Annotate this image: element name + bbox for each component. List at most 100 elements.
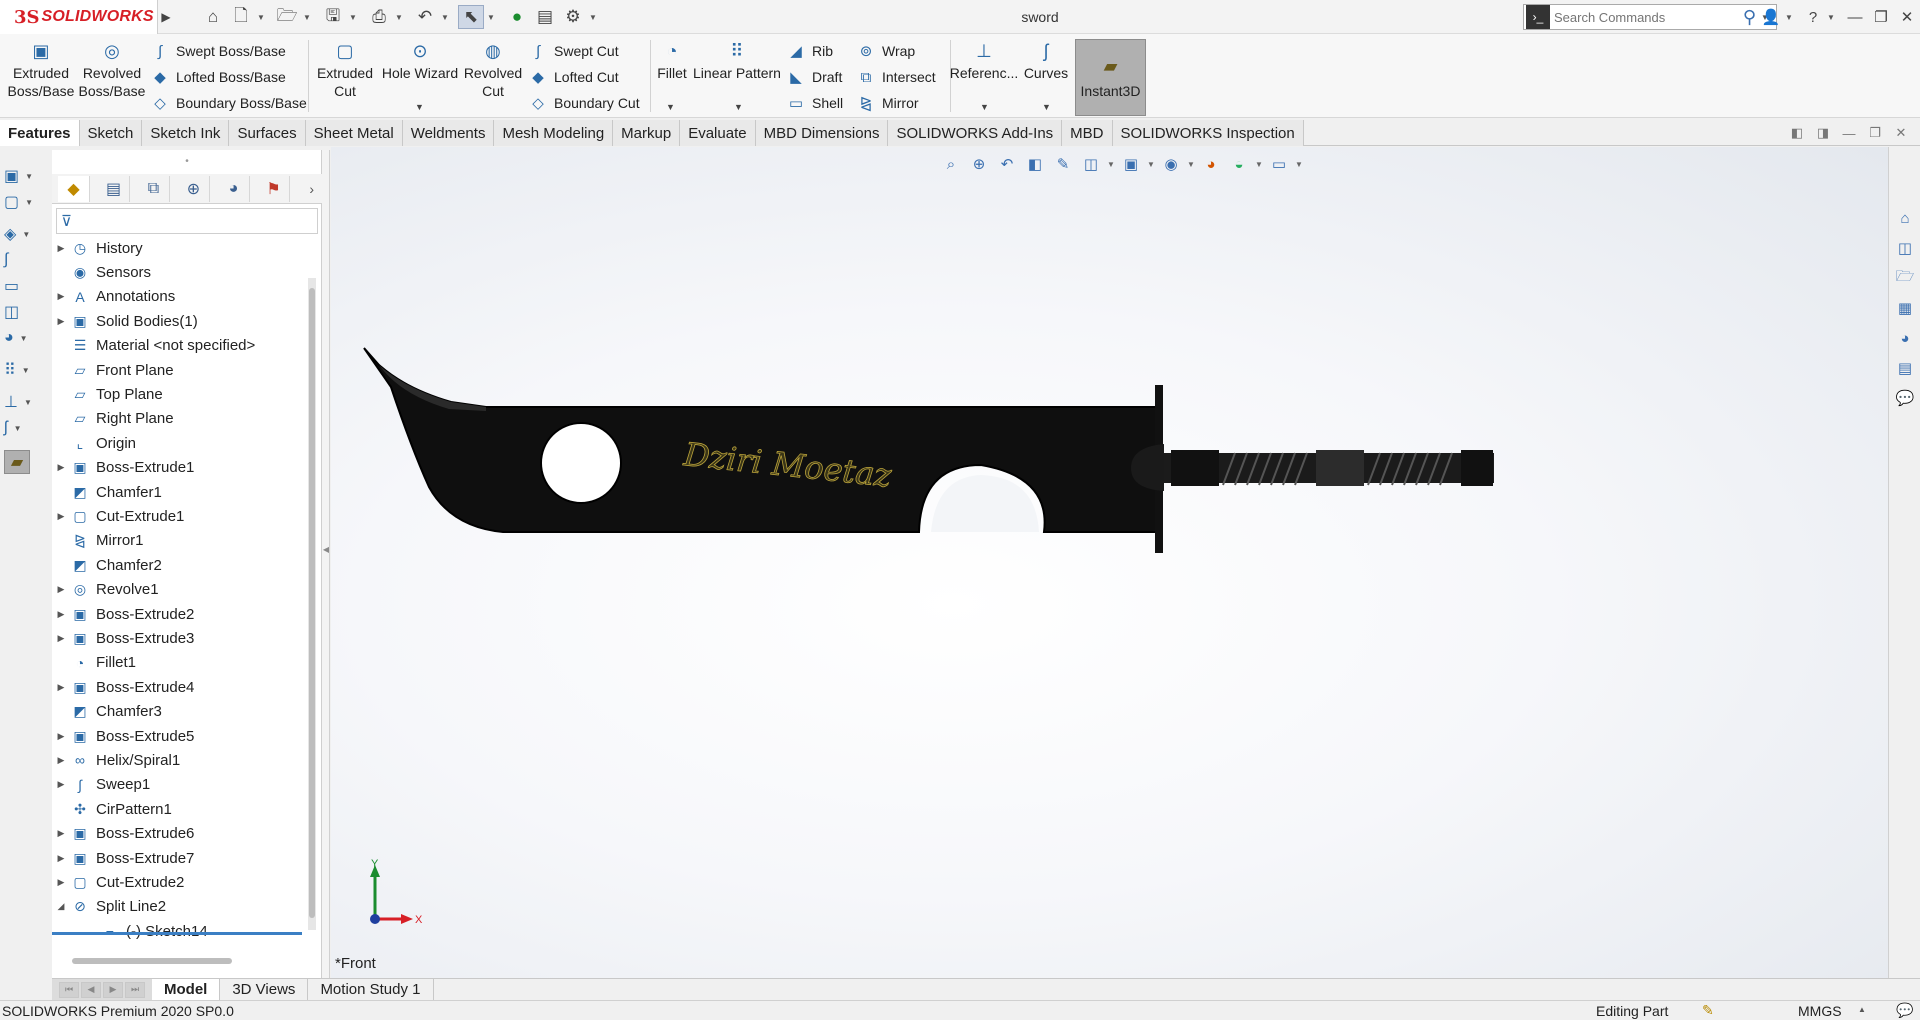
draft-button[interactable]: ◣ Draft	[786, 66, 842, 88]
tree-item[interactable]: ▶ ▢ Cut-Extrude1	[52, 504, 185, 528]
tree-item[interactable]: ▶ ∫ Sweep1	[52, 773, 151, 797]
swept-cut-button[interactable]: ∫ Swept Cut	[528, 40, 619, 62]
tree-item[interactable]: ▶ ▣ Boss-Extrude5	[52, 724, 195, 748]
bottom-tab-3d-views[interactable]: 3D Views	[220, 979, 309, 1000]
tree-vertical-scrollbar[interactable]	[308, 278, 316, 930]
tree-item[interactable]: ◩ Chamfer2	[52, 553, 161, 577]
expand-arrow-icon[interactable]: ▶	[52, 755, 70, 766]
linear-pattern-button[interactable]: ⠿ Linear Pattern	[692, 40, 782, 82]
sword-model[interactable]: Dziri Moetaz	[331, 147, 1888, 978]
open-dropdown-icon[interactable]: ▼	[302, 5, 312, 29]
tree-scroll-thumb[interactable]	[309, 288, 315, 918]
expand-arrow-icon[interactable]: ▶	[52, 633, 70, 644]
linear-pattern-dropdown-icon[interactable]: ▼	[734, 102, 743, 112]
tab-mesh-modeling[interactable]: Mesh Modeling	[494, 120, 614, 146]
strip-appearance-icon[interactable]: ◕ ▼	[4, 326, 44, 350]
units-dropdown-icon[interactable]: ▲	[1858, 1005, 1866, 1014]
file-explorer-icon[interactable]: 🗁	[1892, 265, 1918, 291]
lofted-cut-button[interactable]: ◆ Lofted Cut	[528, 66, 618, 88]
tab-evaluate[interactable]: Evaluate	[680, 120, 756, 146]
strip-cut-icon[interactable]: ▢ ▼	[4, 190, 44, 214]
curves-dropdown-icon[interactable]: ▼	[1042, 102, 1051, 112]
expand-menu-arrow-icon[interactable]: ▶	[160, 8, 172, 26]
graphics-viewport[interactable]: ⌕ ⊕ ↶ ◧ ✎ ◫ ▼ ▣ ▼ ◉ ▼ ◕ ◒ ▼ ▭ ▼ Dziri Mo…	[331, 147, 1888, 978]
undo-dropdown-icon[interactable]: ▼	[440, 5, 450, 29]
rib-button[interactable]: ◢ Rib	[786, 40, 833, 62]
tile-right-icon[interactable]: ◨	[1814, 124, 1832, 142]
solidworks-resources-icon[interactable]: ⌂	[1892, 205, 1918, 231]
unit-system[interactable]: MMGS	[1798, 1003, 1842, 1019]
tree-item[interactable]: ◔ Fillet1	[52, 651, 136, 675]
tab-features[interactable]: Features	[0, 120, 80, 146]
tree-item[interactable]: ▶ ▣ Boss-Extrude7	[52, 846, 195, 870]
hole-wizard-button[interactable]: ⊙ Hole Wizard	[380, 40, 460, 82]
expand-arrow-icon[interactable]: ▶	[52, 682, 70, 693]
hole-wizard-dropdown-icon[interactable]: ▼	[415, 102, 424, 112]
mirror-button[interactable]: ⧎ Mirror	[856, 92, 919, 114]
sword-blade[interactable]	[363, 347, 1163, 533]
close-icon[interactable]: ✕	[1894, 0, 1920, 34]
fillet-button[interactable]: ◔ Fillet	[654, 40, 690, 82]
doc-restore-icon[interactable]: ❐	[1866, 124, 1884, 142]
options-icon[interactable]: ⚙	[560, 5, 586, 29]
appearances-icon[interactable]: ◕	[1892, 325, 1918, 351]
search-commands-box[interactable]: ›_ ⚲ ▼	[1523, 4, 1777, 30]
search-icon[interactable]: ⚲	[1743, 7, 1756, 28]
doc-close-icon[interactable]: ✕	[1892, 124, 1910, 142]
tree-item[interactable]: ◩ Chamfer1	[52, 480, 161, 504]
revolved-cut-button[interactable]: ◍ Revolved Cut	[460, 40, 526, 100]
boundary-cut-button[interactable]: ◇ Boundary Cut	[528, 92, 639, 114]
tile-left-icon[interactable]: ◧	[1788, 124, 1806, 142]
instant3d-button[interactable]: ▰ Instant3D	[1075, 39, 1146, 116]
strip-part-icon[interactable]: ◈ ▼	[4, 222, 44, 246]
tree-filter[interactable]: ⊽	[56, 208, 318, 234]
strip-sweep-icon[interactable]: ∫	[4, 248, 44, 272]
first-tab-icon[interactable]: ⏮	[59, 981, 79, 998]
solidworks-logo[interactable]: 3S SOLIDWORKS	[0, 0, 158, 34]
print-icon[interactable]: ⎙	[366, 5, 392, 29]
strip-reference-icon[interactable]: ⊥ ▼	[4, 390, 44, 414]
expand-arrow-icon[interactable]: ▶	[52, 731, 70, 742]
prev-tab-icon[interactable]: ◀	[81, 981, 101, 998]
help-icon[interactable]: ?	[1800, 0, 1826, 34]
new-document-icon[interactable]: 🗋	[228, 5, 254, 29]
forum-icon[interactable]: 💬	[1892, 385, 1918, 411]
tree-item[interactable]: ▱ Front Plane	[52, 358, 174, 382]
tab-sheet-metal[interactable]: Sheet Metal	[305, 120, 403, 146]
tree-item[interactable]: ▶ ▣ Boss-Extrude1	[52, 456, 195, 480]
strip-box-icon[interactable]: ◫	[4, 300, 44, 324]
tree-item[interactable]: ▶ ▢ Cut-Extrude2	[52, 870, 185, 894]
expand-arrow-icon[interactable]: ▶	[52, 853, 70, 864]
configuration-manager-tab-icon[interactable]: ⧉	[138, 175, 170, 202]
tab-solidworks-inspection[interactable]: SOLIDWORKS Inspection	[1112, 120, 1304, 146]
save-dropdown-icon[interactable]: ▼	[348, 5, 358, 29]
tab-mbd-dimensions[interactable]: MBD Dimensions	[755, 120, 889, 146]
rebuild-status-icon[interactable]: ✎	[1702, 1002, 1714, 1019]
expand-arrow-icon[interactable]: ▶	[52, 584, 70, 595]
expand-arrow-icon[interactable]: ▶	[52, 877, 70, 888]
tree-item[interactable]: ✣ CirPattern1	[52, 797, 172, 821]
display-manager-tab-icon[interactable]: ◕	[218, 175, 250, 202]
expand-arrow-icon[interactable]: ▶	[52, 779, 70, 790]
open-icon[interactable]: 🗁	[274, 5, 300, 29]
expand-arrow-icon[interactable]: ◢	[52, 901, 70, 912]
tree-item[interactable]: ⧎ Mirror1	[52, 529, 143, 553]
collapse-panel-icon[interactable]: ◀	[323, 538, 329, 560]
tree-item[interactable]: ◩ Chamfer3	[52, 700, 161, 724]
design-library-icon[interactable]: ◫	[1892, 235, 1918, 261]
tab-solidworks-add-ins[interactable]: SOLIDWORKS Add-Ins	[888, 120, 1063, 146]
new-dropdown-icon[interactable]: ▼	[256, 5, 266, 29]
save-icon[interactable]: 🖫	[320, 5, 346, 29]
panel-grip-icon[interactable]: •	[52, 150, 322, 172]
reference-geometry-button[interactable]: ⊥ Referenc...	[950, 40, 1018, 82]
expand-arrow-icon[interactable]: ▶	[52, 609, 70, 620]
search-input[interactable]	[1554, 9, 1743, 25]
tab-sketch-ink[interactable]: Sketch Ink	[142, 120, 230, 146]
options-dropdown-icon[interactable]: ▼	[588, 5, 598, 29]
strip-shell-icon[interactable]: ▭	[4, 274, 44, 298]
bottom-tab-motion-study-1[interactable]: Motion Study 1	[308, 979, 434, 1000]
tree-item[interactable]: ▶ ▣ Solid Bodies(1)	[52, 309, 198, 333]
strip-curves-icon[interactable]: ʃ ▼	[4, 416, 44, 440]
tree-item[interactable]: ▶ A Annotations	[52, 285, 176, 309]
restore-icon[interactable]: ❐	[1868, 0, 1894, 34]
